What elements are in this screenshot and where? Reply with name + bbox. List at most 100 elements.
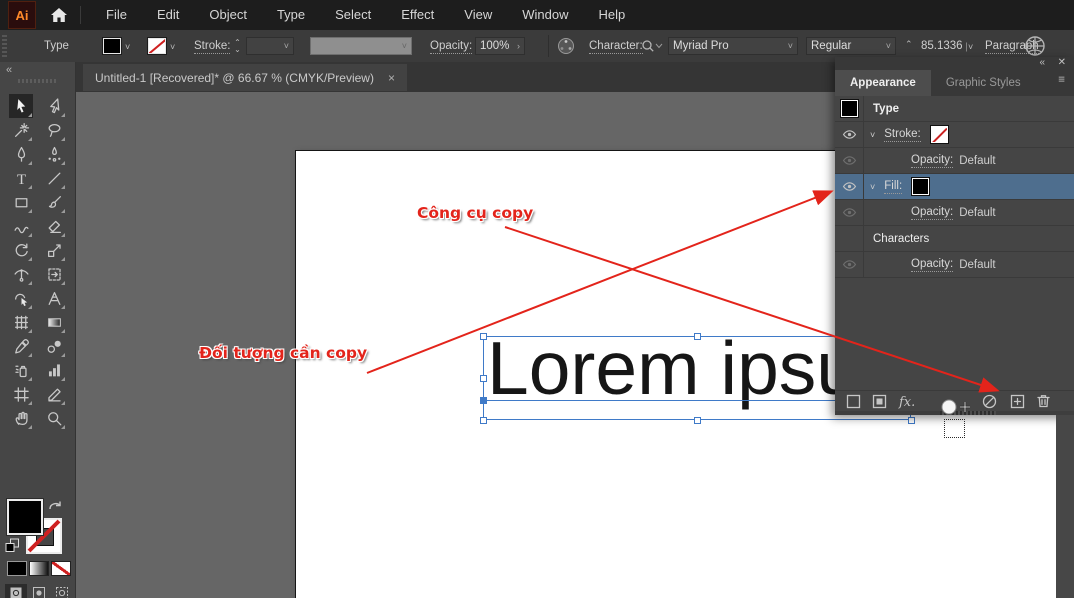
- selection-handle[interactable]: [480, 417, 487, 424]
- illustrator-logo-icon[interactable]: Ai: [8, 1, 36, 29]
- visibility-eye-icon[interactable]: [835, 122, 864, 147]
- baseline-anchor-handle[interactable]: [480, 397, 487, 404]
- delete-selected-item-icon[interactable]: [1035, 393, 1052, 410]
- font-size-chevron-icon[interactable]: ˅: [968, 42, 973, 52]
- panel-close-icon[interactable]: ✕: [1058, 57, 1066, 68]
- tools-collapse-icon[interactable]: «: [6, 64, 11, 76]
- menu-item-type[interactable]: Type: [262, 0, 320, 30]
- selection-handle[interactable]: [694, 417, 701, 424]
- hand-tool[interactable]: [9, 406, 33, 430]
- opacity-field[interactable]: 100%›: [475, 37, 525, 55]
- clear-appearance-icon[interactable]: [981, 393, 998, 410]
- controlbar-grip[interactable]: [2, 35, 7, 57]
- width-tool[interactable]: [9, 262, 33, 286]
- scale-tool[interactable]: [42, 238, 66, 262]
- recolor-artwork-icon[interactable]: [557, 37, 575, 58]
- add-new-stroke-icon[interactable]: [845, 393, 862, 410]
- blend-tool[interactable]: [42, 334, 66, 358]
- add-new-effect-icon[interactable]: fx.: [897, 393, 914, 410]
- row-label[interactable]: Stroke:: [884, 128, 920, 142]
- menu-item-help[interactable]: Help: [583, 0, 640, 30]
- selection-handle[interactable]: [480, 375, 487, 382]
- fill-proxy-swatch[interactable]: [7, 499, 43, 535]
- draw-inside-button[interactable]: [51, 584, 73, 598]
- lasso-tool[interactable]: [42, 118, 66, 142]
- none-button[interactable]: [51, 561, 71, 576]
- row-label[interactable]: Opacity:: [911, 154, 953, 168]
- menu-item-select[interactable]: Select: [320, 0, 386, 30]
- menu-item-view[interactable]: View: [449, 0, 507, 30]
- panel-tab-appearance[interactable]: Appearance: [835, 70, 931, 96]
- line-segment-tool[interactable]: [42, 166, 66, 190]
- color-button[interactable]: [7, 561, 27, 576]
- row-label[interactable]: Opacity:: [911, 258, 953, 272]
- rotate-tool[interactable]: [9, 238, 33, 262]
- font-style-field[interactable]: Regular˅: [806, 37, 896, 55]
- perspective-grid-tool[interactable]: [42, 286, 66, 310]
- menu-item-object[interactable]: Object: [194, 0, 262, 30]
- fill-color-swatch[interactable]: [103, 38, 121, 54]
- pen-tool[interactable]: [9, 142, 33, 166]
- row-label[interactable]: Opacity:: [911, 206, 953, 220]
- visibility-eye-icon[interactable]: [835, 200, 864, 225]
- menu-item-file[interactable]: File: [91, 0, 142, 30]
- home-icon[interactable]: [50, 7, 68, 23]
- row-swatch[interactable]: [931, 126, 948, 143]
- selection-handle[interactable]: [694, 333, 701, 340]
- font-family-field[interactable]: Myriad Pro˅: [668, 37, 798, 55]
- mesh-tool[interactable]: [9, 310, 33, 334]
- font-search-icon[interactable]: [641, 39, 663, 56]
- appearance-row-opacity[interactable]: Opacity:Default: [835, 200, 1074, 226]
- row-expand-chevron-icon[interactable]: ˅: [870, 130, 875, 140]
- stroke-color-swatch[interactable]: [148, 38, 166, 54]
- panel-tab-graphic-styles[interactable]: Graphic Styles: [931, 70, 1036, 96]
- duplicate-selected-item-icon[interactable]: [1009, 393, 1026, 410]
- artboard-tool[interactable]: [9, 382, 33, 406]
- font-size-stepper[interactable]: ⌃: [905, 39, 913, 50]
- fill-chevron-icon[interactable]: ˅: [125, 42, 130, 52]
- visibility-eye-icon[interactable]: [835, 148, 864, 173]
- column-graph-tool[interactable]: [42, 358, 66, 382]
- magic-wand-tool[interactable]: [9, 118, 33, 142]
- tab-close-icon[interactable]: ×: [388, 71, 395, 85]
- appearance-row-type[interactable]: Type: [835, 96, 1074, 122]
- curvature-tool[interactable]: [42, 142, 66, 166]
- default-fill-stroke-icon[interactable]: [5, 538, 20, 558]
- stroke-chevron-icon[interactable]: ˅: [170, 42, 175, 52]
- opacity-label[interactable]: Opacity:: [430, 40, 472, 52]
- selection-tool[interactable]: [9, 94, 33, 118]
- rectangle-tool[interactable]: [9, 190, 33, 214]
- swap-fill-stroke-icon[interactable]: [48, 499, 63, 517]
- draw-behind-button[interactable]: [28, 584, 50, 598]
- selection-handle[interactable]: [480, 333, 487, 340]
- document-tab[interactable]: Untitled-1 [Recovered]* @ 66.67 % (CMYK/…: [83, 64, 407, 91]
- row-expand-chevron-icon[interactable]: ˅: [870, 182, 875, 192]
- character-label[interactable]: Character:: [589, 40, 643, 52]
- menu-item-window[interactable]: Window: [507, 0, 583, 30]
- row-swatch[interactable]: [912, 178, 929, 195]
- slice-tool[interactable]: [42, 382, 66, 406]
- shaper-tool[interactable]: [9, 214, 33, 238]
- free-transform-tool[interactable]: [42, 262, 66, 286]
- font-size-value[interactable]: 85.1336 pt: [921, 40, 967, 52]
- panel-resize-grip[interactable]: [835, 411, 1074, 415]
- eraser-tool[interactable]: [42, 214, 66, 238]
- shape-builder-tool[interactable]: [9, 286, 33, 310]
- appearance-row-characters[interactable]: Characters: [835, 226, 1074, 252]
- draw-normal-button[interactable]: [5, 584, 27, 598]
- zoom-tool[interactable]: [42, 406, 66, 430]
- direct-selection-tool[interactable]: [42, 94, 66, 118]
- visibility-eye-icon[interactable]: [835, 174, 864, 199]
- stroke-weight-label[interactable]: Stroke:: [194, 40, 230, 52]
- row-label[interactable]: Fill:: [884, 180, 902, 194]
- paintbrush-tool[interactable]: [42, 190, 66, 214]
- appearance-row-opacity[interactable]: Opacity:Default: [835, 148, 1074, 174]
- menu-item-edit[interactable]: Edit: [142, 0, 194, 30]
- appearance-row-stroke[interactable]: ˅ Stroke:: [835, 122, 1074, 148]
- type-tool[interactable]: T: [9, 166, 33, 190]
- eyedropper-tool[interactable]: [9, 334, 33, 358]
- stroke-weight-stepper[interactable]: ⌃⌄: [231, 37, 244, 55]
- gradient-button[interactable]: [29, 561, 49, 576]
- visibility-eye-icon[interactable]: [835, 252, 864, 277]
- symbol-sprayer-tool[interactable]: [9, 358, 33, 382]
